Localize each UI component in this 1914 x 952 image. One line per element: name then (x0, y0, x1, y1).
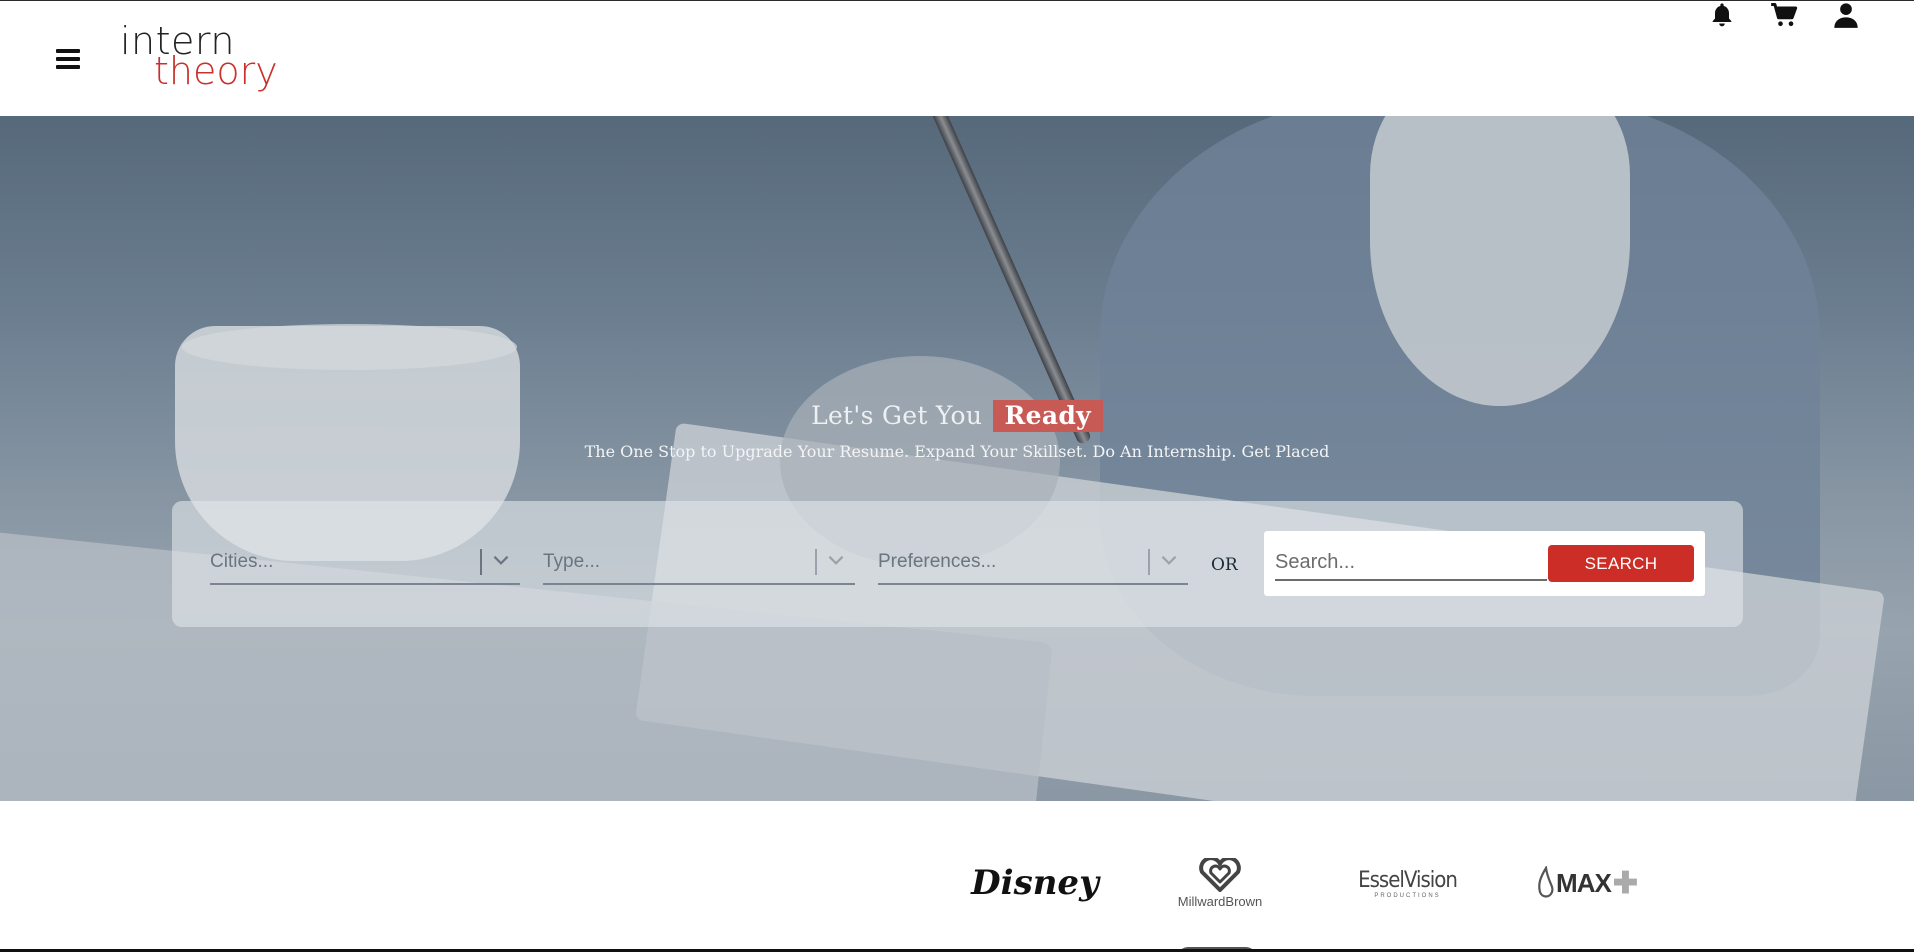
search-panel: Cities... Type... Preferences... OR SEAR… (172, 501, 1743, 627)
partner-logos: Disney MillwardBrown EsselVision PRODUCT… (0, 801, 1914, 952)
dropdown-separator (480, 549, 482, 575)
esselvision-logo: EsselVision PRODUCTIONS (1350, 853, 1465, 913)
search-button[interactable]: SEARCH (1548, 545, 1694, 582)
logo-text-theory: theory (154, 49, 278, 93)
esselvision-logo-text: EsselVision (1358, 867, 1458, 893)
cities-dropdown[interactable]: Cities... (210, 545, 520, 585)
max-healthcare-logo: MAX ✚ (1532, 853, 1642, 913)
cart-icon[interactable] (1770, 1, 1798, 29)
heart-logo-icon (1199, 857, 1241, 892)
max-logo-text: MAX (1556, 867, 1612, 898)
type-dropdown[interactable]: Type... (543, 545, 855, 585)
chevron-down-icon[interactable] (490, 549, 512, 571)
type-placeholder: Type... (543, 551, 601, 572)
dropdown-separator (1148, 549, 1150, 575)
search-input[interactable] (1275, 545, 1547, 581)
esselvision-logo-subtext: PRODUCTIONS (1374, 892, 1441, 899)
search-box: SEARCH (1264, 531, 1705, 596)
flame-icon (1538, 866, 1554, 898)
logo[interactable]: intern theory (120, 19, 278, 99)
millwardbrown-logo: MillwardBrown (1160, 853, 1280, 913)
millwardbrown-logo-text: MillwardBrown (1177, 893, 1263, 909)
bell-icon[interactable] (1708, 1, 1736, 29)
user-icon[interactable] (1832, 1, 1860, 29)
hero-title-highlight: Ready (992, 400, 1103, 432)
cities-placeholder: Cities... (210, 551, 274, 572)
menu-icon[interactable] (56, 49, 80, 69)
or-label: OR (1211, 555, 1238, 575)
disney-logo-text: Disney (971, 863, 1099, 903)
dropdown-separator (815, 549, 817, 575)
preferences-dropdown[interactable]: Preferences... (878, 545, 1188, 585)
hero-title-prefix: Let's Get You (811, 401, 983, 430)
hero-subtitle: The One Stop to Upgrade Your Resume. Exp… (584, 442, 1330, 461)
plus-icon: ✚ (1612, 866, 1638, 900)
hero-title: Let's Get You Ready (0, 400, 1914, 432)
site-header: intern theory (0, 0, 1914, 116)
preferences-placeholder: Preferences... (878, 551, 997, 572)
hero-banner: Let's Get You Ready The One Stop to Upgr… (0, 116, 1914, 801)
chevron-down-icon[interactable] (825, 549, 847, 571)
chevron-down-icon[interactable] (1158, 549, 1180, 571)
disney-logo: Disney (971, 853, 1099, 913)
